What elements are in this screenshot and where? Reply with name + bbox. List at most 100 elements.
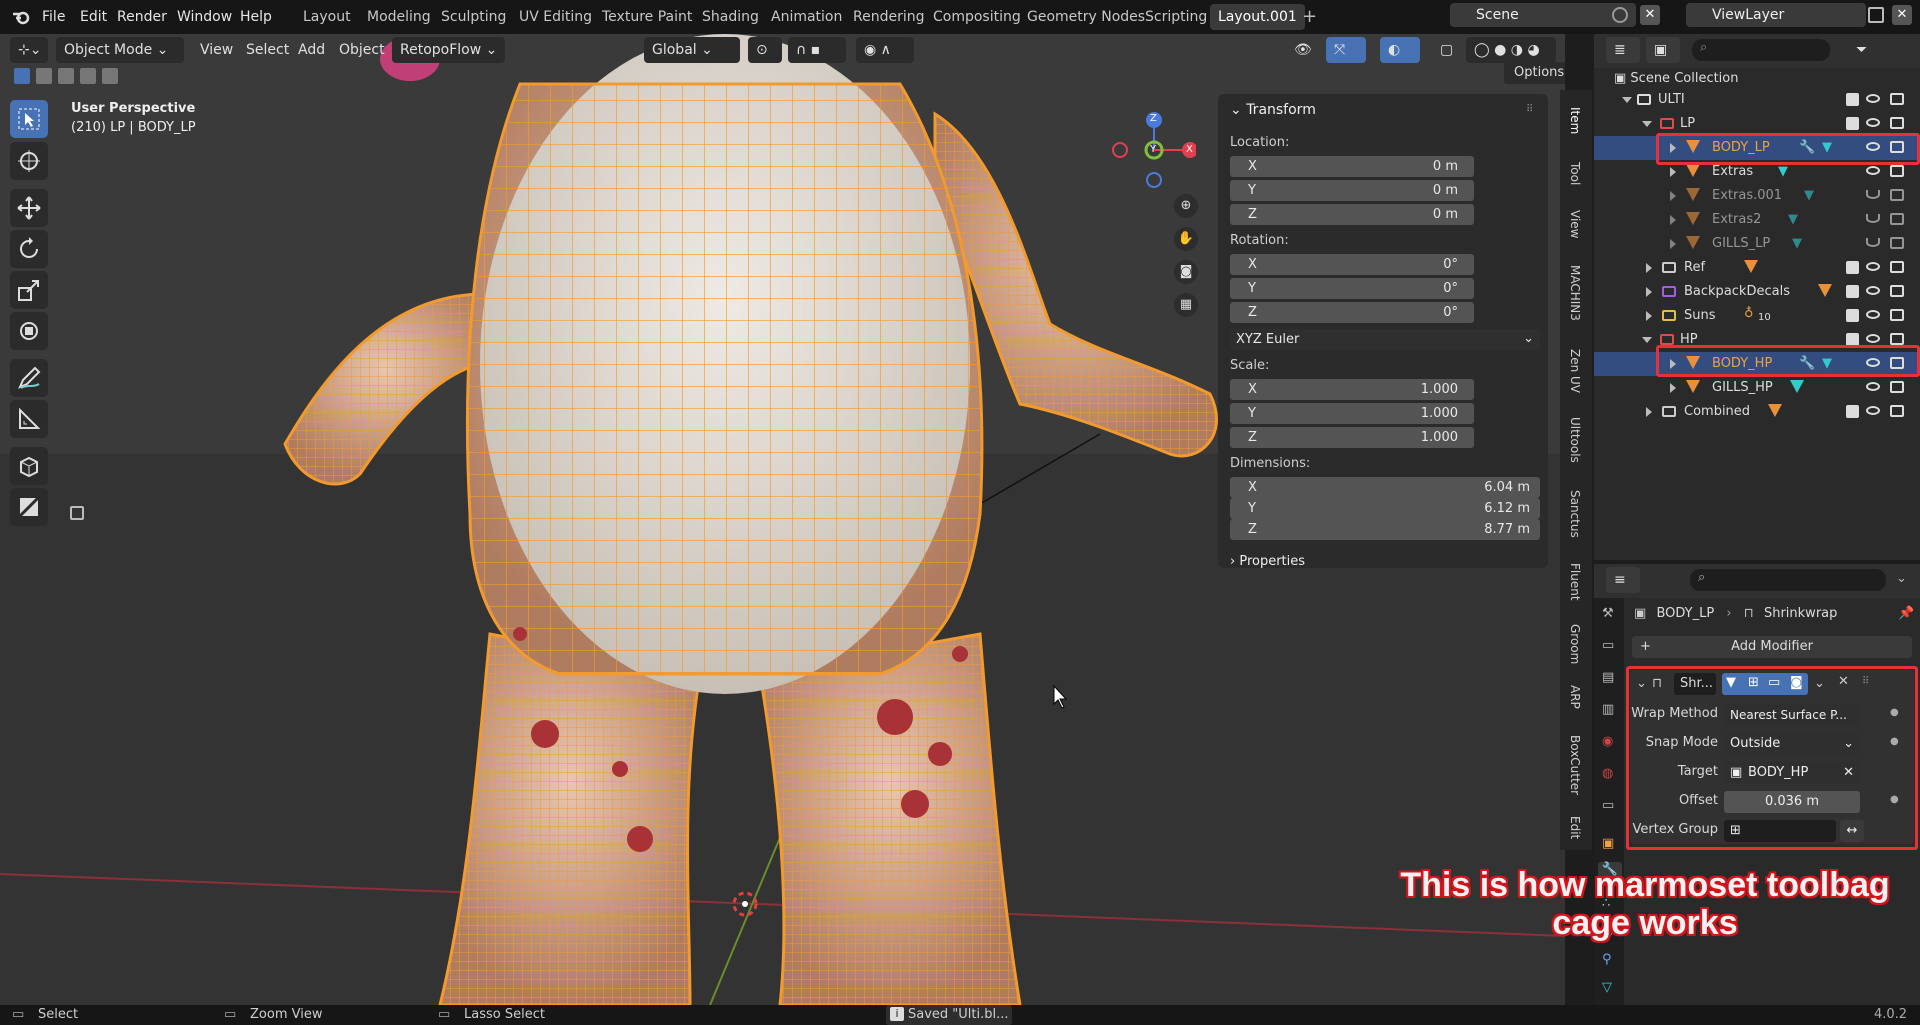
tab-geometry-nodes[interactable]: Geometry Nodes — [1019, 4, 1153, 30]
select-box-tool[interactable] — [10, 100, 48, 138]
view-layer-field[interactable]: ViewLayer — [1686, 3, 1866, 27]
snap-icon[interactable]: ∩ ▪ — [788, 37, 846, 63]
menu-render[interactable]: Render — [117, 0, 167, 34]
outliner-row-extras-001[interactable]: Extras.001 ▼ — [1594, 184, 1920, 208]
tab-layout-001[interactable]: Layout.001 — [1210, 4, 1305, 30]
menu-file[interactable]: File — [42, 0, 65, 34]
editor-type-icon[interactable]: ⊹⌄ — [10, 37, 48, 63]
tab-groom[interactable]: Groom — [1564, 624, 1582, 664]
transform-header[interactable]: ⌄ Transform — [1230, 102, 1316, 118]
rotate-tool[interactable] — [10, 230, 48, 268]
tab-uv-editing[interactable]: UV Editing — [511, 4, 600, 30]
proportional-edit-icon[interactable]: ◉ ∧ — [856, 37, 914, 63]
dimensions-z-field[interactable]: Z 8.77 m — [1230, 519, 1540, 540]
move-tool[interactable] — [10, 189, 48, 227]
location-x-field[interactable]: X0 m — [1230, 156, 1474, 177]
menu-add[interactable]: Add — [290, 37, 333, 63]
data-tab-icon[interactable]: ▽ — [1602, 980, 1612, 995]
scale-y-field[interactable]: Y 1.000 — [1230, 403, 1474, 424]
outliner-editor-type-icon[interactable]: ≣ — [1606, 37, 1640, 63]
measure-tool[interactable] — [10, 400, 48, 438]
properties-editor-type-icon[interactable]: ≡ — [1606, 567, 1640, 593]
scale-tool[interactable] — [10, 271, 48, 309]
world-tab-icon[interactable]: ◍ — [1602, 766, 1613, 781]
tab-modeling[interactable]: Modeling — [359, 4, 439, 30]
render-tab-icon[interactable]: ▭ — [1602, 638, 1614, 653]
navigation-gizmo[interactable]: Z Y X — [1112, 98, 1198, 188]
menu-edit[interactable]: Edit — [80, 0, 107, 34]
object-tab-icon[interactable]: ▣ — [1602, 836, 1614, 851]
tab-animation[interactable]: Animation — [763, 4, 850, 30]
tab-sculpting[interactable]: Sculpting — [433, 4, 514, 30]
cursor-tool[interactable] — [10, 142, 48, 180]
filter-icon[interactable]: ⏷ — [1848, 37, 1888, 63]
tab-view[interactable]: View — [1564, 210, 1582, 238]
rotation-y-field[interactable]: Y 0° — [1230, 278, 1474, 299]
menu-view[interactable]: View — [192, 37, 241, 63]
outliner-row-gills-lp[interactable]: GILLS_LP ▼ — [1594, 232, 1920, 256]
blender-logo-icon[interactable] — [12, 9, 30, 25]
zoom-icon[interactable]: ⊕ — [1174, 194, 1198, 218]
pan-hand-icon[interactable]: ✋ — [1174, 227, 1198, 251]
add-cube-tool[interactable] — [10, 447, 48, 485]
tab-tool[interactable]: Tool — [1564, 162, 1582, 185]
add-workspace-icon[interactable]: + — [1302, 6, 1317, 27]
rotation-x-field[interactable]: X 0° — [1230, 254, 1474, 275]
menu-help[interactable]: Help — [240, 0, 272, 34]
add-modifier-button[interactable]: + Add Modifier — [1632, 636, 1912, 658]
transform-tool[interactable] — [10, 312, 48, 350]
tab-shading[interactable]: Shading — [694, 4, 767, 30]
outliner-row-ref[interactable]: Ref — [1594, 256, 1920, 280]
remove-view-layer-icon[interactable]: ✕ — [1892, 5, 1912, 25]
drag-handle-icon[interactable]: ⠿ — [1526, 104, 1533, 115]
xray-icon[interactable]: ▢ — [1432, 37, 1456, 63]
scene-field[interactable]: Scene — [1450, 3, 1636, 27]
pin-icon[interactable] — [1612, 7, 1628, 23]
extra-tool[interactable] — [10, 488, 48, 526]
collection-tab-icon[interactable]: ▭ — [1602, 798, 1614, 813]
constraints-tab-icon[interactable]: ⚲ — [1602, 952, 1612, 967]
gizmo-toggle-icon[interactable]: ⤧ — [1326, 37, 1366, 63]
outliner-row-gills-hp[interactable]: GILLS_HP — [1594, 376, 1920, 400]
view-layer-tab-icon[interactable]: ▥ — [1602, 702, 1614, 717]
menu-object[interactable]: Object — [331, 37, 393, 63]
tab-arp[interactable]: ARP — [1564, 685, 1582, 709]
outliner-row-ulti[interactable]: ULTI — [1594, 88, 1920, 112]
tab-zen-uv[interactable]: Zen UV — [1564, 349, 1582, 393]
scene-tab-icon[interactable]: ◉ — [1602, 734, 1613, 749]
menu-select[interactable]: Select — [238, 37, 297, 63]
rotation-z-field[interactable]: Z 0° — [1230, 302, 1474, 323]
menu-window[interactable]: Window — [177, 0, 232, 34]
tab-fluent[interactable]: Fluent — [1564, 563, 1582, 601]
grid-perspective-icon[interactable]: ▦ — [1174, 293, 1198, 317]
display-mode-icon[interactable]: ▣ — [1646, 37, 1680, 63]
dimensions-x-field[interactable]: X 6.04 m — [1230, 477, 1540, 498]
tab-layout[interactable]: Layout — [295, 4, 359, 30]
select-subtract-icon[interactable] — [58, 68, 74, 84]
tab-ulttools[interactable]: Ulttools — [1564, 417, 1582, 463]
shading-mode-group[interactable]: ◯ ● ◑ ◕ — [1466, 37, 1556, 63]
outliner-row-backpackdecals[interactable]: BackpackDecals — [1594, 280, 1920, 304]
select-extend-icon[interactable] — [36, 68, 52, 84]
tab-texture-paint[interactable]: Texture Paint — [594, 4, 700, 30]
dimensions-y-field[interactable]: Y 6.12 m — [1230, 498, 1540, 519]
outliner-row-combined[interactable]: Combined — [1594, 400, 1920, 424]
tab-boxcutter[interactable]: BoxCutter — [1564, 735, 1582, 795]
annotate-tool[interactable] — [10, 359, 48, 397]
location-z-field[interactable]: Z0 m — [1230, 204, 1474, 225]
orientation-dropdown[interactable]: Global ⌄ — [644, 37, 740, 63]
3d-viewport[interactable]: User Perspective (210) LP | BODY_LP Z Y … — [0, 34, 1565, 1005]
properties-header[interactable]: › Properties — [1230, 554, 1305, 569]
chevron-down-icon[interactable]: ⌄ — [1896, 571, 1907, 586]
outliner-row-suns[interactable]: Suns ♁ 10 — [1594, 304, 1920, 328]
select-invert-icon[interactable] — [102, 68, 118, 84]
location-y-field[interactable]: Y0 m — [1230, 180, 1474, 201]
close-scene-icon[interactable]: ✕ — [1640, 5, 1660, 25]
scale-x-field[interactable]: X 1.000 — [1230, 379, 1474, 400]
mode-dropdown[interactable]: Object Mode ⌄ — [56, 37, 184, 63]
camera-view-icon[interactable]: ◙ — [1174, 260, 1198, 284]
scale-z-field[interactable]: Z 1.000 — [1230, 427, 1474, 448]
status-message[interactable]: i Saved "Ulti.bl... — [886, 1005, 1012, 1025]
select-intersect-icon[interactable] — [80, 68, 96, 84]
tab-scripting[interactable]: Scripting — [1137, 4, 1215, 30]
